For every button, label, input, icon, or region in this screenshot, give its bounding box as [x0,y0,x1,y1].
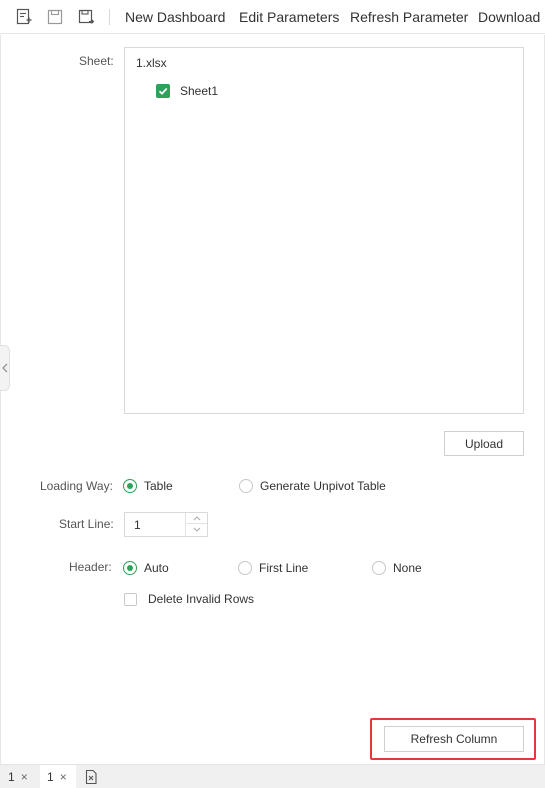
radio-unselected-icon [372,561,386,575]
sheet-name: Sheet1 [180,84,219,98]
save-icon[interactable] [45,7,65,27]
close-icon[interactable]: × [21,770,28,784]
chevron-left-icon [1,363,7,373]
bottom-tab-bar: 1 × 1 × [0,764,545,788]
delete-invalid-rows-checkbox[interactable]: Delete Invalid Rows [124,592,254,606]
tab-label: 1 [8,770,15,784]
radio-selected-icon [123,479,137,493]
checkbox-unchecked-icon [124,592,137,606]
save-as-icon[interactable] [76,7,96,27]
start-line-value: 1 [134,518,141,532]
close-icon[interactable]: × [60,770,67,784]
loading-way-unpivot-radio[interactable]: Generate Unpivot Table [239,479,386,493]
start-line-label: Start Line: [59,517,114,531]
header-label: Header: [69,560,112,574]
loading-way-table-label: Table [144,479,173,493]
new-sheet-tab-button[interactable] [84,765,104,788]
loading-way-table-radio[interactable]: Table [123,479,173,493]
sheet-checkbox[interactable] [156,84,170,98]
loading-way-label: Loading Way: [40,479,113,493]
chevron-up-icon [193,515,200,520]
radio-selected-icon [123,561,137,575]
stepper-up-button[interactable] [186,513,207,524]
sheet-item-sheet1[interactable]: Sheet1 [156,84,218,98]
header-none-radio[interactable]: None [372,561,422,575]
tab-label: 1 [47,770,54,784]
refresh-column-button[interactable]: Refresh Column [384,726,524,752]
header-auto-radio[interactable]: Auto [123,561,169,575]
add-sheet-icon [85,769,97,785]
new-template-icon[interactable] [14,7,34,27]
refresh-parameter-button[interactable]: Refresh Parameter [350,9,468,25]
loading-way-unpivot-label: Generate Unpivot Table [260,479,386,493]
chevron-down-icon [193,527,200,532]
upload-button[interactable]: Upload [444,431,524,456]
header-none-label: None [393,561,422,575]
radio-unselected-icon [238,561,252,575]
header-auto-label: Auto [144,561,169,575]
toolbar-separator [109,9,110,25]
header-first-line-label: First Line [259,561,309,575]
tab-1-active[interactable]: 1 × [40,765,76,788]
new-dashboard-button[interactable]: New Dashboard [125,9,225,25]
sheet-label: Sheet: [79,54,114,68]
sheet-list: 1.xlsx Sheet1 [124,47,524,414]
download-button[interactable]: Download [478,9,540,25]
stepper-down-button[interactable] [186,524,207,535]
tab-1[interactable]: 1 × [0,765,40,788]
check-icon [158,87,168,95]
edit-parameters-button[interactable]: Edit Parameters [239,9,339,25]
header-first-line-radio[interactable]: First Line [238,561,308,575]
radio-unselected-icon [239,479,253,493]
collapse-handle[interactable] [0,345,10,391]
file-name: 1.xlsx [136,56,167,70]
toolbar: New Dashboard Edit Parameters Refresh Pa… [0,0,545,34]
delete-invalid-rows-label: Delete Invalid Rows [148,592,255,606]
start-line-stepper[interactable]: 1 [124,512,208,537]
